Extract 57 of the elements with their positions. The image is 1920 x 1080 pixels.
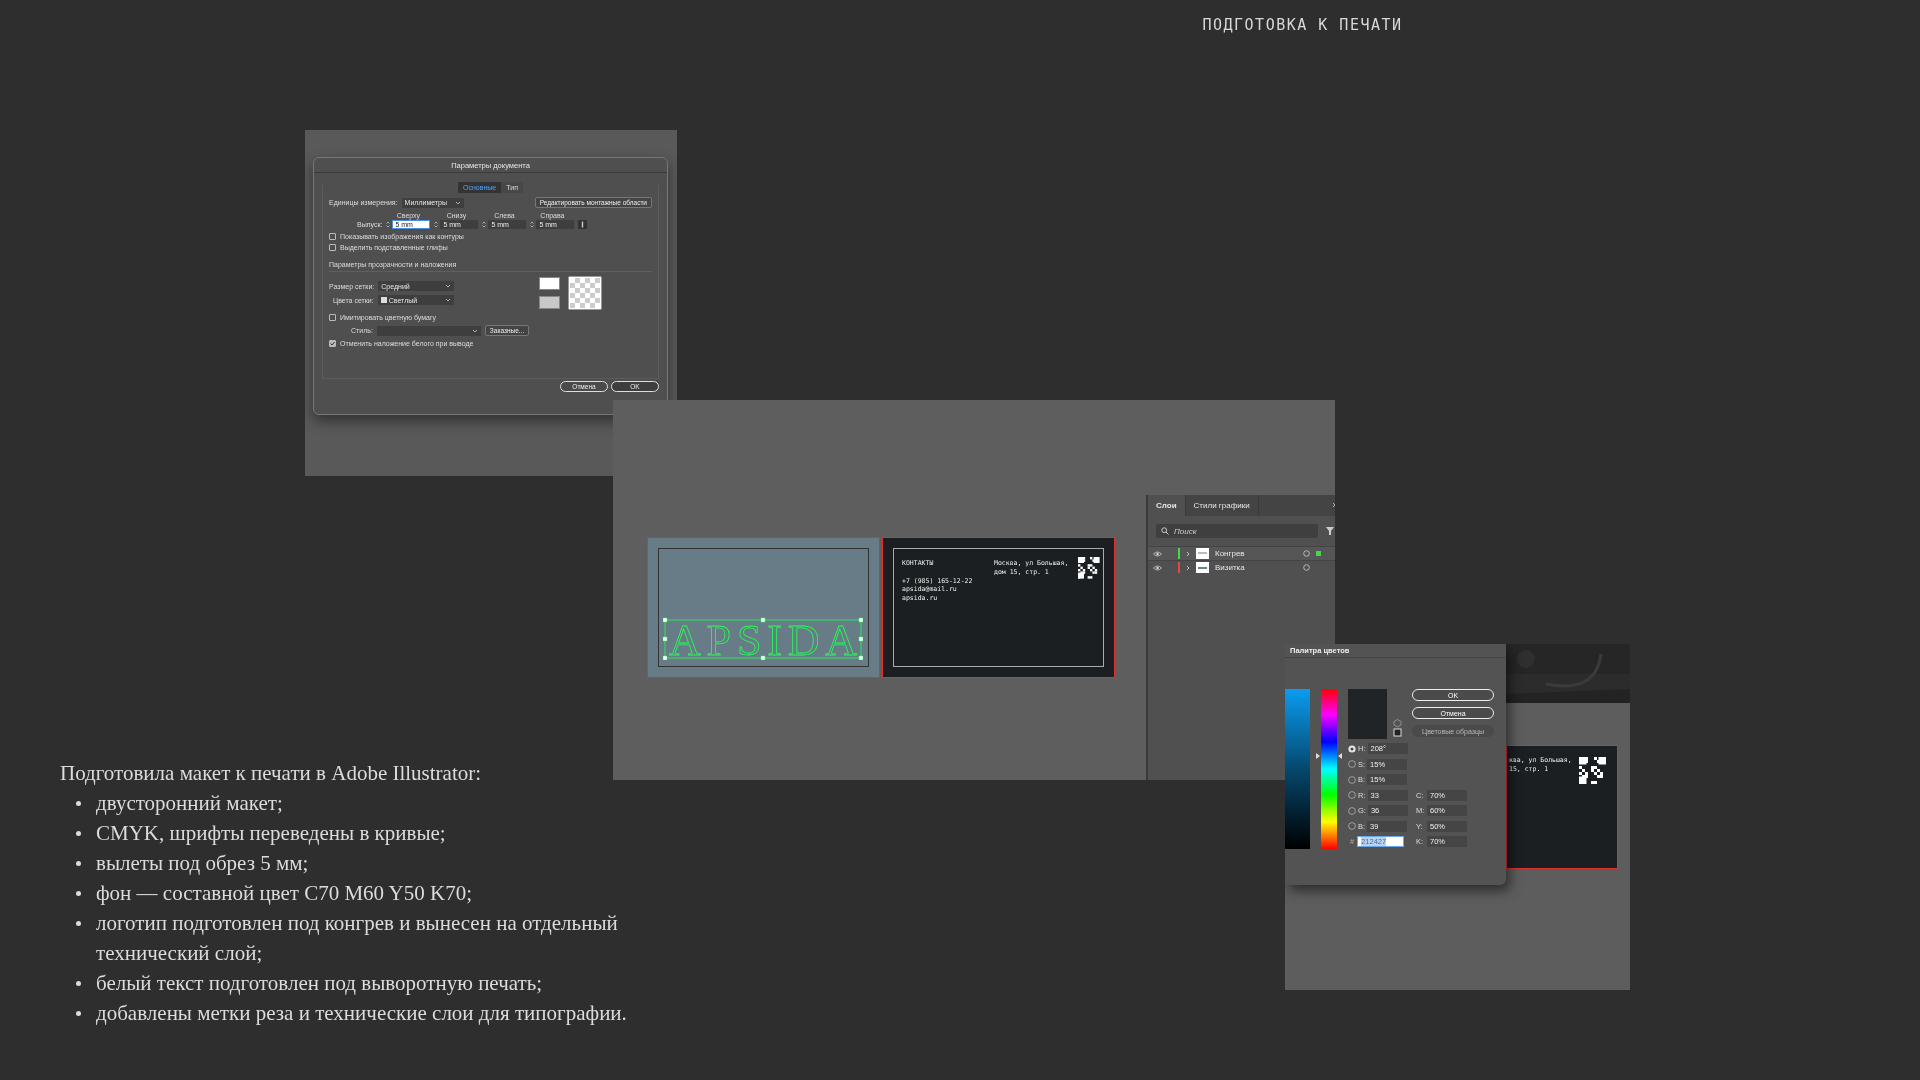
- color-field[interactable]: [1285, 689, 1310, 849]
- bullet-icon: [76, 861, 81, 866]
- layer-thumbnail: [1196, 562, 1209, 573]
- radio-button[interactable]: [1348, 791, 1356, 799]
- paper-shade-swatch[interactable]: [539, 296, 560, 309]
- color-preview: [1348, 689, 1387, 739]
- chevron-icon: [471, 328, 478, 333]
- link-icon[interactable]: [578, 220, 588, 229]
- slider-thumb[interactable]: [1316, 753, 1342, 760]
- bullet-icon: [76, 1011, 81, 1016]
- checkbox[interactable]: [329, 233, 336, 240]
- page-title: ПОДГОТОВКА К ПЕЧАТИ: [1201, 16, 1404, 34]
- search-icon: [1161, 527, 1169, 535]
- bullet-icon: [76, 921, 81, 926]
- chevron-icon: [444, 298, 451, 302]
- hue-slider[interactable]: [1316, 689, 1342, 849]
- qr-code-icon: [1579, 757, 1606, 784]
- radio-button[interactable]: [1348, 775, 1356, 784]
- bullet-icon: [76, 981, 81, 986]
- checkbox[interactable]: [329, 314, 336, 321]
- bullet-icon: [76, 891, 81, 896]
- swatch-icon: [380, 297, 387, 303]
- description-item: двусторонний макет;: [96, 790, 284, 817]
- checkbox[interactable]: [329, 340, 336, 347]
- chevron-icon: [454, 200, 461, 205]
- layer-thumbnail: [1196, 548, 1209, 559]
- bullet-icon: [76, 831, 81, 836]
- radio-button[interactable]: [1348, 806, 1356, 815]
- description-item: добавлены метки реза и технические слои для типографии.: [96, 1000, 628, 1027]
- layer-row[interactable]: Конгрев: [1148, 546, 1335, 560]
- description-item: CMYK, шрифты переведены в кривые;: [96, 820, 447, 847]
- description-item: фон — составной цвет C70 M60 Y50 K70;: [96, 880, 473, 907]
- radio-button[interactable]: [1348, 744, 1356, 753]
- checkbox[interactable]: [329, 244, 336, 251]
- eye-icon[interactable]: [1153, 564, 1162, 571]
- stepper-icon[interactable]: [482, 221, 487, 228]
- stepper-icon[interactable]: [386, 221, 391, 228]
- filter-icon[interactable]: [1326, 527, 1334, 535]
- bullet-icon: [76, 801, 81, 806]
- radio-button[interactable]: [1348, 822, 1356, 830]
- stepper-icon[interactable]: [434, 221, 439, 228]
- search-field[interactable]: Поиск: [1156, 524, 1318, 538]
- description-intro: Подготовила макет к печати в Adobe Illustrator:: [60, 760, 483, 787]
- radio-button[interactable]: [1348, 760, 1356, 768]
- description-item: логотип подготовлен под конгрев и вынесен на отдельный технический слой;: [96, 910, 619, 967]
- layer-name: Визитка: [1215, 563, 1246, 572]
- eye-icon[interactable]: [1153, 550, 1162, 557]
- transparency-grid-swatch[interactable]: [568, 276, 602, 310]
- qr-code-icon: [1078, 557, 1100, 579]
- description-item: вылеты под обрез 5 мм;: [96, 850, 310, 877]
- paper-swatch[interactable]: [539, 277, 560, 290]
- chevron-icon: [445, 284, 452, 288]
- layer-name: Конгрев: [1215, 549, 1246, 558]
- description-item: белый текст подготовлен под выворотную печать;: [96, 970, 544, 997]
- stepper-icon[interactable]: [530, 221, 535, 228]
- panel-tab[interactable]: Слои: [1148, 495, 1186, 516]
- layer-row[interactable]: Визитка: [1148, 560, 1335, 574]
